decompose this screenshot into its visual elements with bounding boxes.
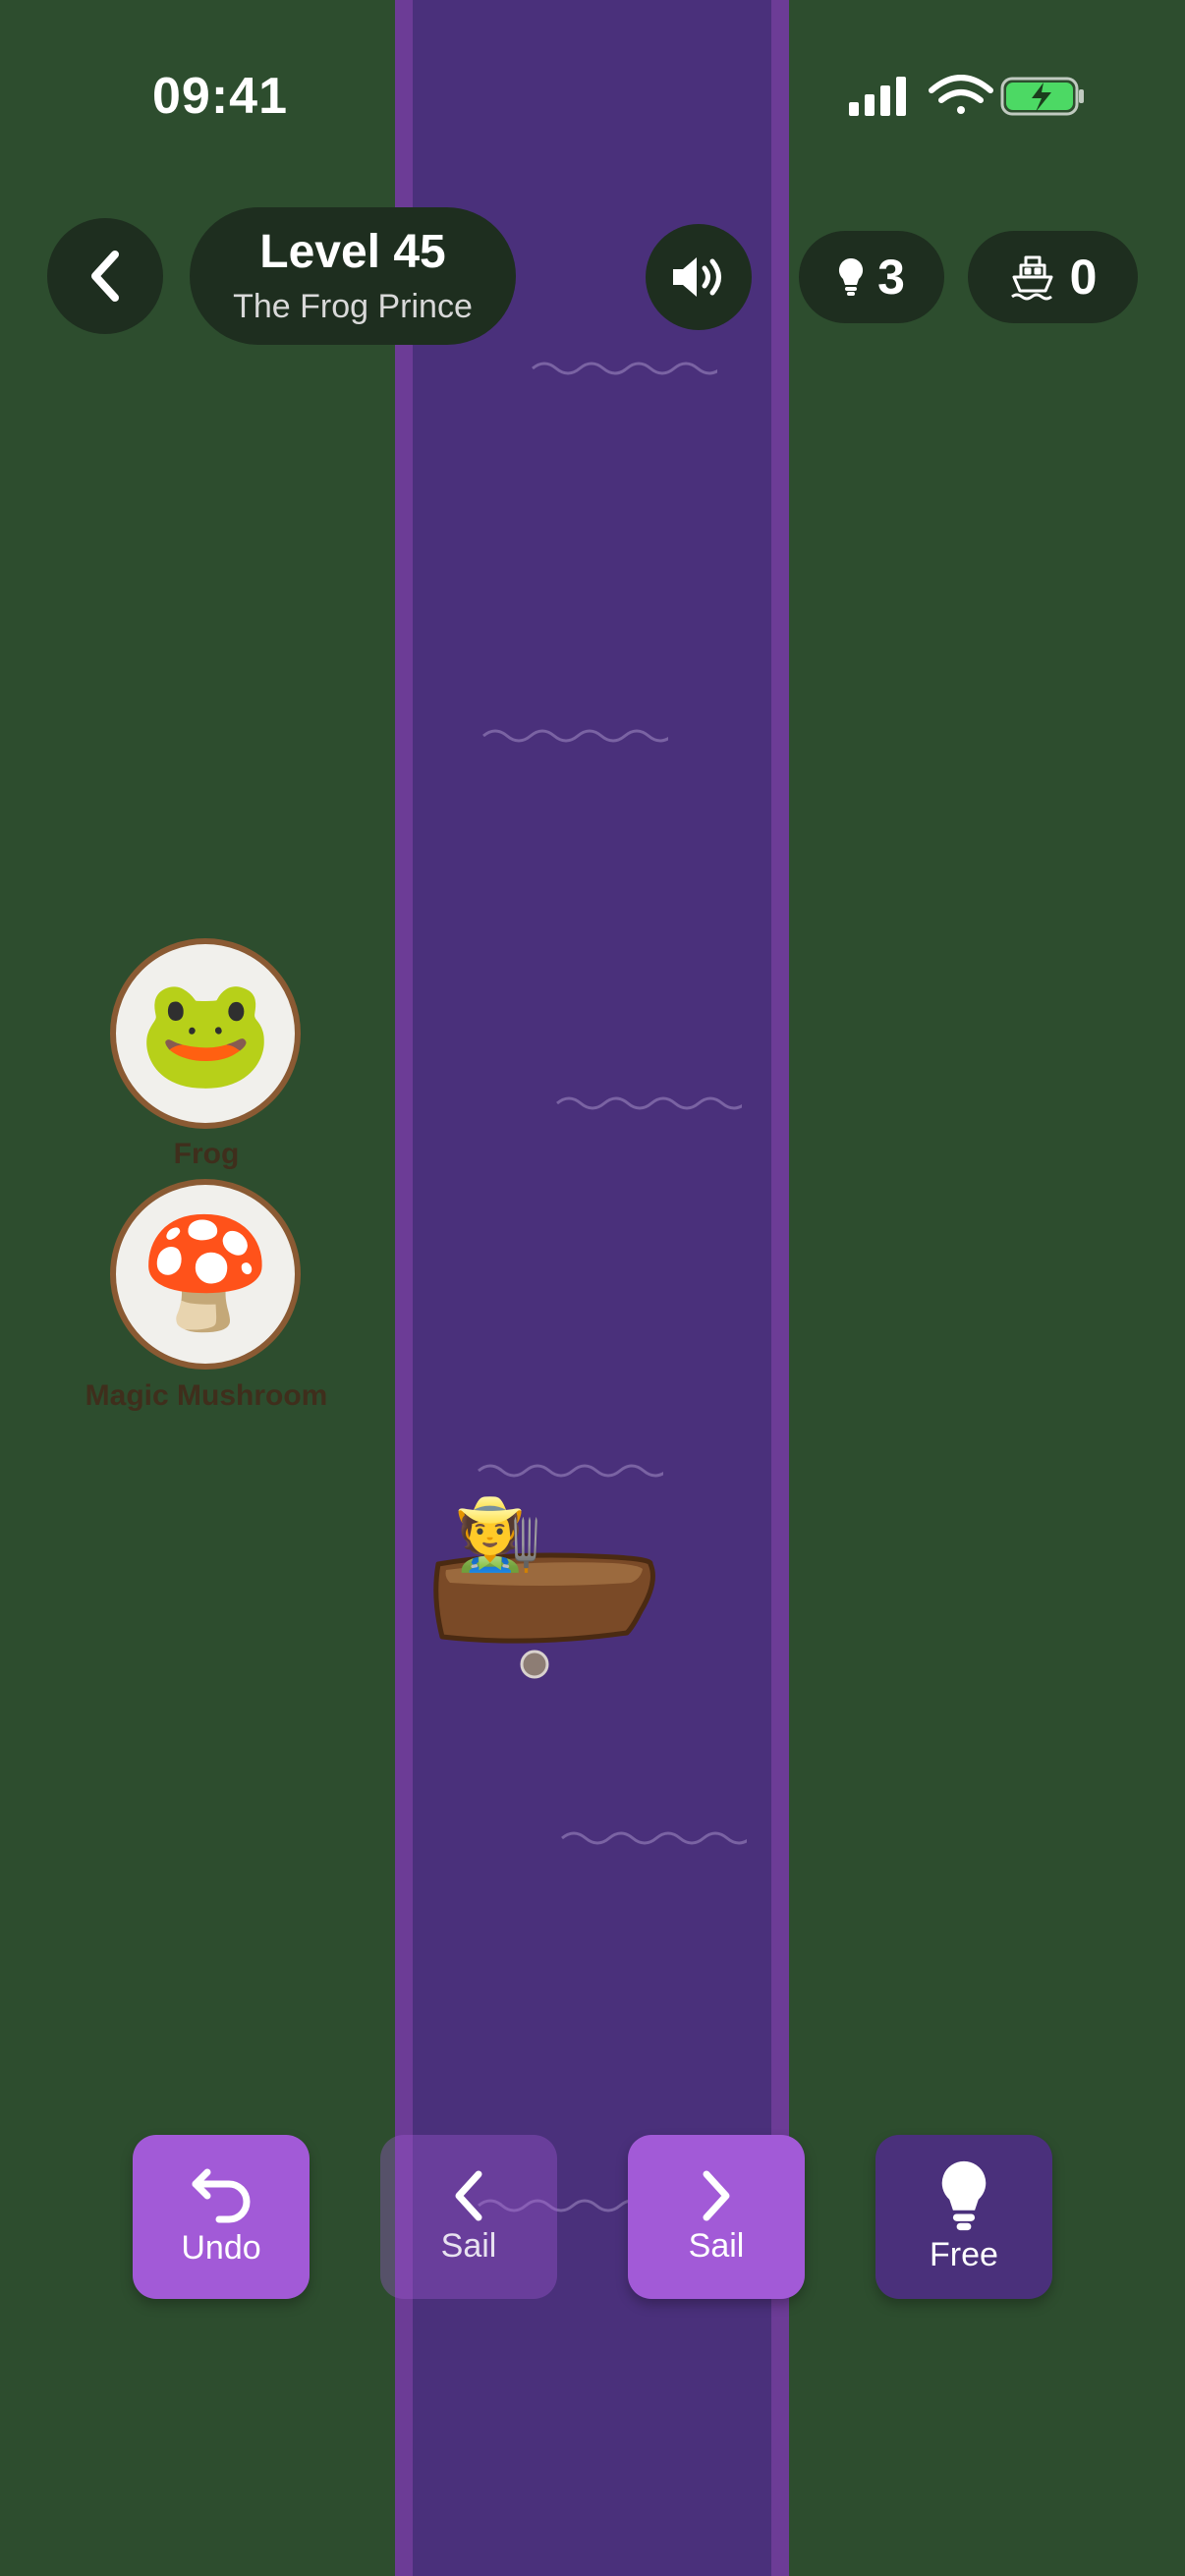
bank-item-frog[interactable]: 🐸 [110, 938, 301, 1129]
lightbulb-icon [941, 2160, 987, 2231]
boat-trips-count: 0 [1069, 250, 1098, 305]
mushroom-icon: 🍄 [138, 1213, 273, 1334]
undo-button[interactable]: Undo [133, 2135, 310, 2299]
chevron-left-icon [455, 2170, 482, 2221]
wave [561, 1831, 747, 1845]
sail-left-label: Sail [440, 2227, 497, 2265]
wave [482, 729, 668, 743]
sail-left-button[interactable]: Sail [380, 2135, 557, 2299]
bank-item-label: Magic Mushroom [85, 1379, 328, 1412]
sail-right-button[interactable]: Sail [628, 2135, 805, 2299]
boat[interactable]: 🧑‍🌾 [424, 1493, 670, 1695]
lightbulb-icon [839, 257, 864, 296]
battery-icon [1000, 77, 1084, 116]
status-time: 09:41 [152, 68, 288, 125]
speaker-icon [673, 257, 721, 297]
ferry-icon [1010, 255, 1053, 301]
level-title: Level 45 [259, 226, 446, 278]
back-button[interactable] [47, 218, 163, 334]
chevron-right-icon [703, 2170, 730, 2221]
hints-counter[interactable]: 3 [799, 231, 944, 323]
wave [532, 362, 717, 375]
free-label: Free [930, 2236, 998, 2273]
signal-icon [849, 77, 906, 116]
free-hint-button[interactable]: Free [875, 2135, 1052, 2299]
level-subtitle: The Frog Prince [233, 288, 473, 325]
sound-toggle-button[interactable] [646, 224, 752, 330]
undo-arrow-icon [192, 2168, 251, 2223]
wave [556, 1096, 742, 1110]
farmer-icon: 🧑‍🌾 [454, 1495, 542, 1574]
undo-label: Undo [181, 2229, 261, 2267]
chevron-left-icon [91, 251, 119, 302]
bank-item-label: Frog [173, 1138, 240, 1170]
sail-right-label: Sail [688, 2227, 745, 2265]
boat-trips-counter: 0 [968, 231, 1138, 323]
bank-item-magic-mushroom[interactable]: 🍄 [110, 1179, 301, 1370]
wave [478, 1464, 663, 1478]
level-indicator: Level 45 The Frog Prince [190, 207, 516, 345]
hints-count: 3 [877, 250, 905, 305]
wifi-icon [929, 75, 993, 114]
status-icons [849, 75, 1085, 123]
frog-icon: 🐸 [138, 973, 273, 1093]
